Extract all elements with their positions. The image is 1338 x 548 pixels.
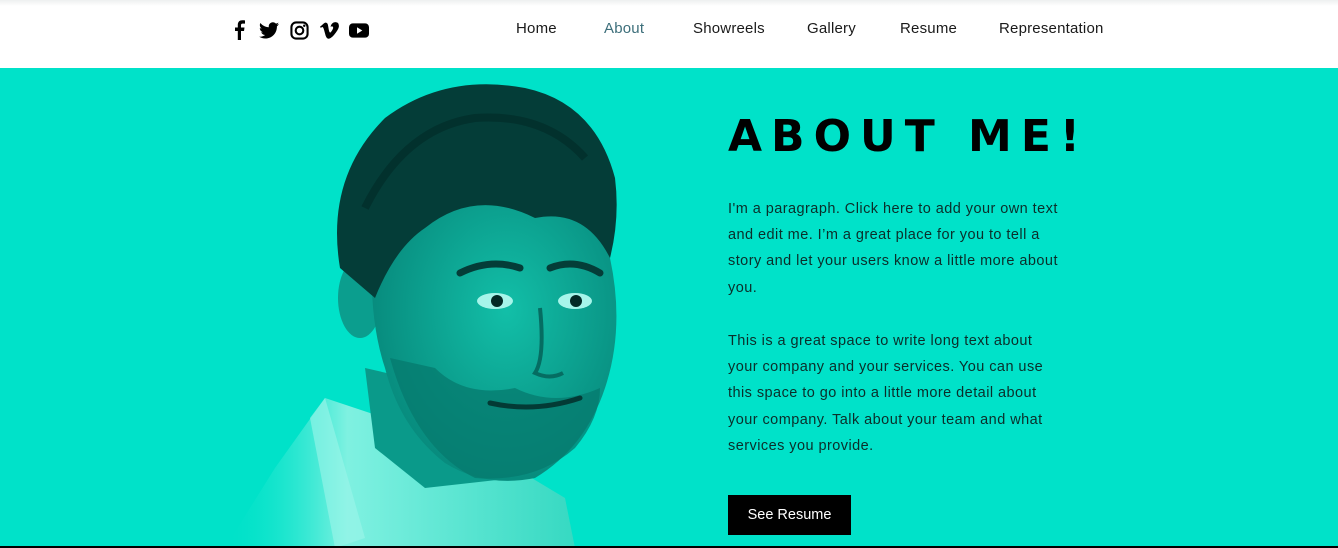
page-title: ABOUT ME! — [728, 111, 1089, 162]
portrait-photo — [225, 84, 617, 548]
about-section: ABOUT ME! I'm a paragraph. Click here to… — [0, 68, 1338, 548]
nav-item-representation[interactable]: Representation — [999, 20, 1104, 37]
about-paragraph-2: This is a great space to write long text… — [728, 333, 1044, 454]
header-shadow — [0, 0, 1338, 6]
site-header: Home About Showreels Gallery Resume Repr… — [0, 0, 1338, 68]
nav-item-showreels[interactable]: Showreels — [693, 20, 765, 37]
nav-item-resume[interactable]: Resume — [900, 20, 957, 37]
nav-item-gallery[interactable]: Gallery — [807, 20, 856, 37]
see-resume-button[interactable]: See Resume — [728, 495, 851, 535]
nav-item-home[interactable]: Home — [516, 20, 557, 37]
about-paragraph-1: I'm a paragraph. Click here to add your … — [728, 201, 1058, 296]
main-nav: Home About Showreels Gallery Resume Repr… — [0, 20, 1338, 44]
nav-item-about[interactable]: About — [604, 20, 644, 37]
